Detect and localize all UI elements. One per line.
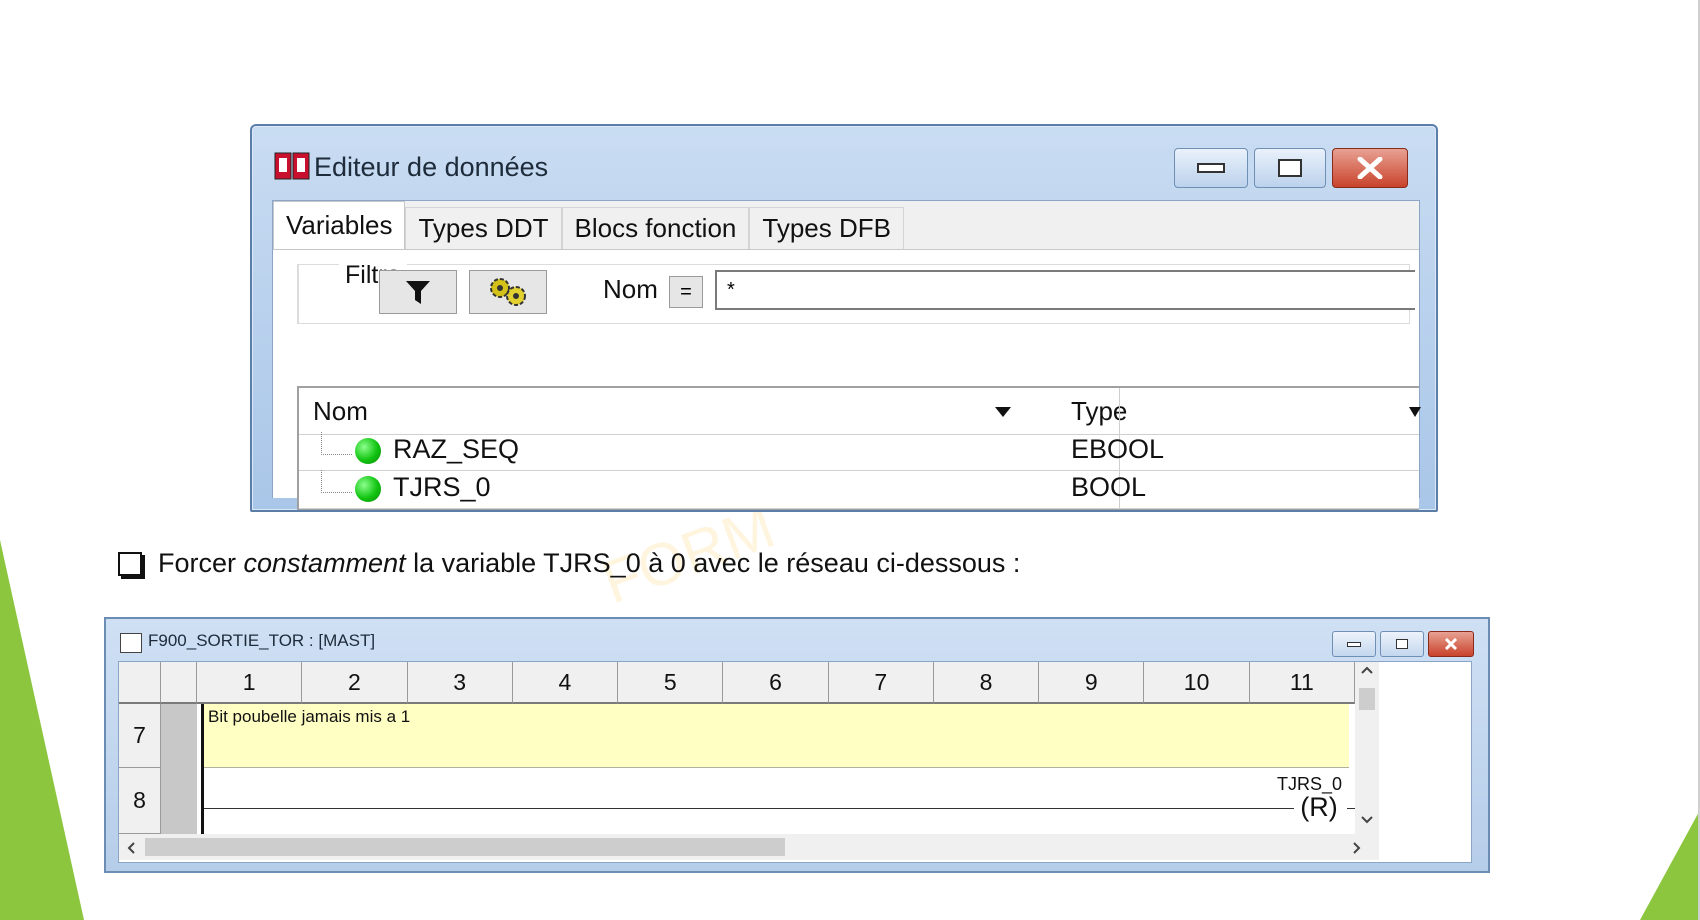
tree-connector [321, 432, 352, 455]
filter-field-label: Nom [603, 274, 658, 304]
variable-name: RAZ_SEQ [393, 434, 520, 464]
filter-operator-button[interactable]: = [669, 276, 703, 308]
ladder-editor-window: F900_SORTIE_TOR : [MAST] 1 2 3 4 5 6 7 8 9 10 11 7… [104, 617, 1490, 873]
scroll-right-icon[interactable] [1353, 842, 1361, 854]
rung-wire [204, 808, 1294, 809]
apply-filter-button[interactable] [379, 270, 457, 314]
scroll-down-icon[interactable] [1361, 816, 1373, 824]
column-header: 7 [828, 662, 934, 704]
column-header: 10 [1144, 662, 1250, 704]
coil-left-paren-icon: ( [1300, 791, 1310, 822]
variables-table: Nom Type RAZ_SEQ EBOOL TJRS_0 BOOL [297, 386, 1421, 510]
table-row[interactable]: TJRS_0 BOOL [299, 470, 1419, 509]
scroll-up-icon[interactable] [1361, 666, 1373, 674]
variable-type: EBOOL [1071, 434, 1165, 464]
instruction-emphasis: constamment [243, 548, 406, 578]
comment-text: Bit poubelle jamais mis a 1 [208, 707, 411, 726]
horizontal-scroll-thumb[interactable] [145, 838, 785, 856]
column-header: 4 [512, 662, 619, 704]
gears-icon [490, 278, 526, 306]
table-row[interactable]: RAZ_SEQ EBOOL [299, 432, 1419, 471]
ladder-close-button[interactable] [1428, 631, 1474, 657]
filter-settings-button[interactable] [469, 270, 547, 314]
sort-dropdown-icon[interactable] [993, 406, 1013, 418]
ladder-app-icon [120, 633, 142, 653]
maximize-icon [1278, 159, 1302, 177]
column-header: 3 [407, 662, 513, 704]
tab-types-ddt[interactable]: Types DDT [405, 207, 562, 249]
variable-type: BOOL [1071, 472, 1147, 502]
data-editor-window: Editeur de données Variables Types DDT B… [250, 124, 1438, 512]
scroll-left-icon[interactable] [127, 842, 135, 854]
gutter-header [161, 662, 197, 704]
tab-variables[interactable]: Variables [273, 201, 406, 249]
table-header: Nom Type [299, 388, 1421, 435]
instruction-prefix: Forcer [158, 548, 244, 578]
instruction-suffix: la variable TJRS_0 à 0 avec le réseau ci… [405, 548, 1021, 578]
reset-coil[interactable]: (R) [1294, 790, 1344, 824]
network-comment[interactable]: Bit poubelle jamais mis a 1 [204, 704, 1349, 768]
vertical-scrollbar[interactable] [1355, 662, 1379, 834]
ladder-window-title: F900_SORTIE_TOR : [MAST] [148, 631, 376, 650]
tree-connector [321, 470, 352, 493]
tab-blocs-fonction[interactable]: Blocs fonction [561, 207, 750, 249]
column-header: 1 [197, 662, 303, 704]
close-button[interactable] [1332, 148, 1408, 188]
close-icon [1444, 638, 1458, 650]
checkbox-bullet-icon [118, 551, 142, 576]
minimize-icon [1347, 641, 1361, 647]
variable-status-icon [355, 476, 381, 502]
row-gutter [161, 704, 197, 834]
vertical-scroll-thumb[interactable] [1359, 688, 1375, 710]
tab-bar: Variables Types DDT Blocs fonction Types… [273, 201, 904, 249]
maximize-icon [1396, 639, 1408, 649]
column-header: 11 [1249, 662, 1355, 704]
editor-client-area: Variables Types DDT Blocs fonction Types… [272, 200, 1421, 510]
filter-input[interactable] [715, 270, 1415, 310]
variable-status-icon [355, 438, 381, 464]
maximize-button[interactable] [1254, 148, 1326, 188]
ladder-minimize-button[interactable] [1332, 631, 1376, 657]
coil-symbol: R [1309, 791, 1329, 822]
minimize-icon [1197, 163, 1225, 173]
column-header: 2 [302, 662, 408, 704]
column-header: 5 [618, 662, 724, 704]
app-icon [274, 152, 310, 180]
tab-types-dfb[interactable]: Types DFB [749, 207, 904, 249]
variable-name: TJRS_0 [393, 472, 491, 502]
minimize-button[interactable] [1174, 148, 1248, 188]
ladder-maximize-button[interactable] [1380, 631, 1424, 657]
horizontal-scrollbar[interactable] [119, 834, 1379, 860]
corner-cell [119, 662, 161, 704]
close-icon [1357, 157, 1383, 179]
ladder-grid: 1 2 3 4 5 6 7 8 9 10 11 7 8 Bit poubelle jamais mi… [118, 661, 1472, 863]
window-title: Editeur de données [314, 152, 549, 182]
column-header-nom[interactable]: Nom [313, 396, 368, 427]
funnel-icon [406, 281, 430, 304]
variables-panel: Filtre Nom = Nom [273, 249, 1421, 510]
column-header: 8 [933, 662, 1040, 704]
type-dropdown-icon[interactable] [1409, 406, 1421, 418]
coil-right-paren-icon: ) [1328, 791, 1338, 822]
row-number[interactable]: 7 [119, 704, 161, 768]
row-number[interactable]: 8 [119, 768, 161, 834]
column-header: 9 [1039, 662, 1145, 704]
column-header: 6 [723, 662, 829, 704]
instruction-text: Forcer constamment la variable TJRS_0 à … [118, 548, 1020, 579]
